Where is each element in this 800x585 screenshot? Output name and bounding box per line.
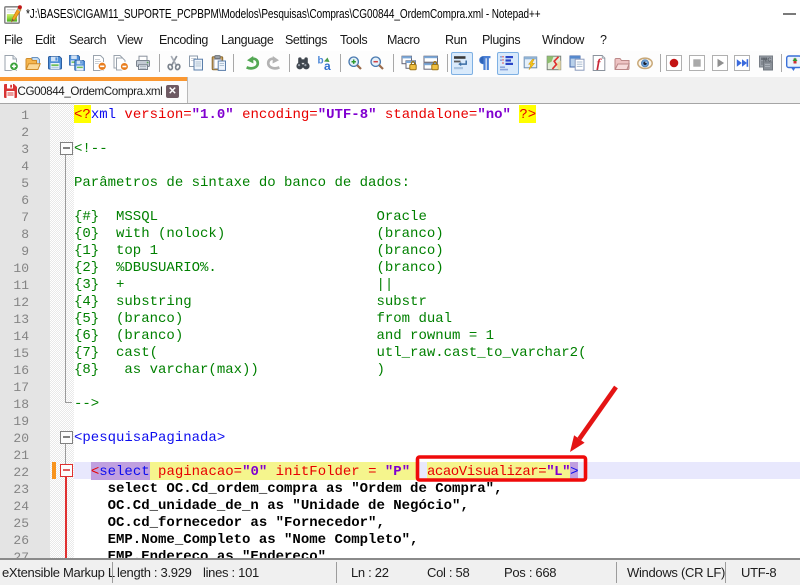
svg-text:b: b: [317, 56, 323, 67]
